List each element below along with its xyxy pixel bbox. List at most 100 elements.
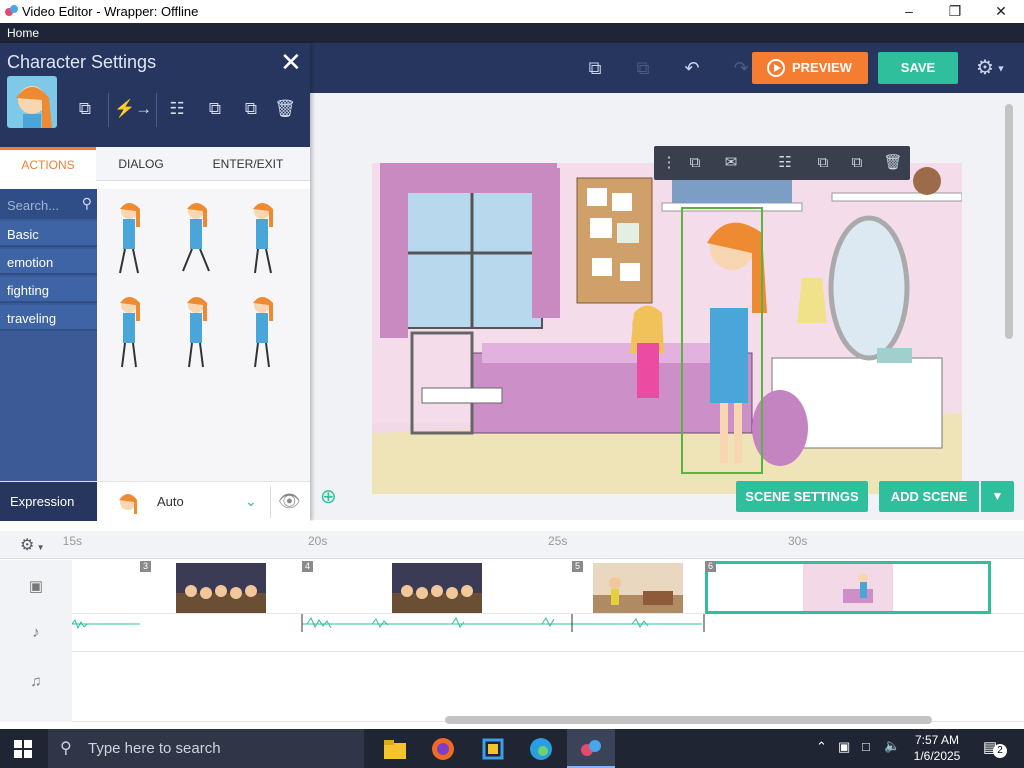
battery-icon[interactable]: ▣ [838,739,850,755]
copy-icon[interactable]: ⧉ [240,98,262,120]
stage-scrollbar[interactable] [1005,104,1013,339]
duplicate-icon[interactable]: ⧉ [812,153,834,173]
firefox-icon[interactable] [429,735,457,763]
pose-thumbnail[interactable] [102,197,156,277]
swap-character-icon[interactable]: ⧉ [74,98,96,120]
category-basic[interactable]: Basic [0,221,97,247]
divider [156,93,157,127]
voice-waveform [71,614,705,632]
divider [270,486,271,518]
expression-row: Expression Auto ⌄ 👁 [0,481,310,522]
scene-settings-button[interactable]: SCENE SETTINGS [736,481,868,512]
chevron-up-icon[interactable]: ⌃ [816,739,827,755]
zoom-in-icon[interactable]: ⊕ [320,484,346,510]
network-icon[interactable]: □ [862,739,870,754]
walk-motion-icon[interactable]: ⚡→ [114,98,152,120]
minimize-button[interactable]: – [886,0,932,23]
search-placeholder: Type here to search [88,740,221,757]
pose-thumbnail[interactable] [169,197,223,277]
windows-start-icon[interactable] [14,740,32,758]
copy-icon[interactable]: ⧉ [584,57,606,79]
close-panel-icon[interactable]: ✕ [280,47,304,78]
tab-dialog[interactable]: DIALOG [96,147,186,181]
scene-number-badge: 4 [302,561,313,572]
video-track-icon: ▣ [0,560,72,614]
pose-thumbnail[interactable] [169,291,223,371]
scene-number-badge: 6 [705,561,716,572]
character-avatar[interactable] [7,76,57,128]
tab-actions[interactable]: ACTIONS [0,147,96,181]
maximize-button[interactable]: ❐ [932,0,978,23]
add-scene-dropdown-icon[interactable]: ▼ [981,481,1014,512]
paste-icon[interactable]: ⧉ [632,57,654,79]
panel-tabs: ACTIONS DIALOG ENTER/EXIT [0,147,310,181]
delete-icon[interactable]: 🗑 [274,98,296,120]
scene-thumbnail[interactable] [176,563,266,613]
panel-title: Character Settings [7,52,157,72]
timeline-scrollbar[interactable] [445,716,932,724]
scene-thumbnail[interactable] [392,563,482,613]
app-window-icon[interactable] [479,735,507,763]
selected-scene-clip[interactable] [705,561,991,614]
scene-thumbnail[interactable] [593,563,683,613]
scene-canvas[interactable] [372,163,962,494]
expression-face-icon [119,494,137,514]
notification-count: 2 [993,744,1007,758]
tick-label: 30s [788,534,808,548]
close-window-button[interactable]: ✕ [978,0,1024,23]
search-icon: ⚲ [60,740,72,757]
pose-thumbnail[interactable] [235,291,289,371]
chevron-down-icon[interactable]: ⌄ [245,493,257,510]
music-note-icon: ♫ [0,652,72,722]
scene-number-badge: 3 [140,561,151,572]
walk-motion-icon[interactable]: ✉ [720,153,742,173]
search-placeholder: Search... [7,198,60,213]
redo-icon[interactable]: ↷ [730,57,752,79]
tab-enter-exit[interactable]: ENTER/EXIT [186,147,310,181]
active-app-tab[interactable] [567,729,615,768]
pose-thumbnail[interactable] [102,291,156,371]
bedroom-scene-illustration [372,163,962,494]
duplicate-icon[interactable]: ⧉ [204,98,226,120]
play-icon [767,59,785,77]
tick-label: 25s [548,534,568,548]
eye-icon[interactable]: 👁 [278,491,301,512]
system-clock[interactable]: 7:57 AM 1/6/2025 [906,732,968,764]
settings-gear-icon[interactable]: ⚙ ▼ [976,55,1012,81]
file-explorer-icon[interactable] [381,735,409,763]
speaker-muted-icon[interactable]: 🔈 [884,738,900,754]
action-pose-grid [97,189,310,481]
category-traveling[interactable]: traveling [0,305,97,331]
delete-icon[interactable]: 🗑 [882,153,904,173]
flip-icon[interactable]: ☷ [166,98,188,120]
window-title-bar: Video Editor - Wrapper: Offline – ❐ ✕ [0,0,1024,23]
copy-character-icon[interactable]: ⧉ [846,153,868,173]
notification-icon[interactable]: ▤ 2 [983,738,1009,760]
clock-date: 1/6/2025 [913,749,961,763]
microphone-icon: ♪ [0,614,72,652]
category-fighting[interactable]: fighting [0,277,97,303]
drag-handle-icon[interactable]: ⋮ [658,153,680,173]
taskbar: ⚲ Type here to search ⌃ ▣ □ 🔈 7:57 AM 1/… [0,729,1024,768]
app-logo-icon [5,5,18,16]
timeline-gear-icon[interactable]: ⚙ ▼ [20,535,44,555]
tick-label: 20s [308,534,328,548]
search-input[interactable]: Search... ⚲ [0,189,97,219]
edge-icon[interactable] [527,735,555,763]
preview-button[interactable]: PREVIEW [752,52,868,84]
add-scene-button[interactable]: ADD SCENE [879,481,979,512]
pose-thumbnail[interactable] [235,197,289,277]
timeline-ruler[interactable]: ⚙ ▼ 15s 20s 25s 30s [0,531,1024,559]
window-title: Video Editor - Wrapper: Offline [22,4,199,19]
undo-icon[interactable]: ↶ [681,57,703,79]
expression-select[interactable]: Auto [157,494,184,509]
swap-character-icon[interactable]: ⧉ [684,153,706,173]
wrapper-app-icon [581,740,601,756]
flip-icon[interactable]: ☷ [774,153,796,173]
taskbar-search-input[interactable]: ⚲ Type here to search [48,729,364,768]
category-emotion[interactable]: emotion [0,249,97,275]
home-menu[interactable]: Home [7,26,39,40]
character-toolbar: ⋮ ⧉ ✉ ☷ ⧉ ⧉ 🗑 [654,146,910,180]
save-button[interactable]: SAVE [878,52,958,84]
divider [108,93,109,127]
